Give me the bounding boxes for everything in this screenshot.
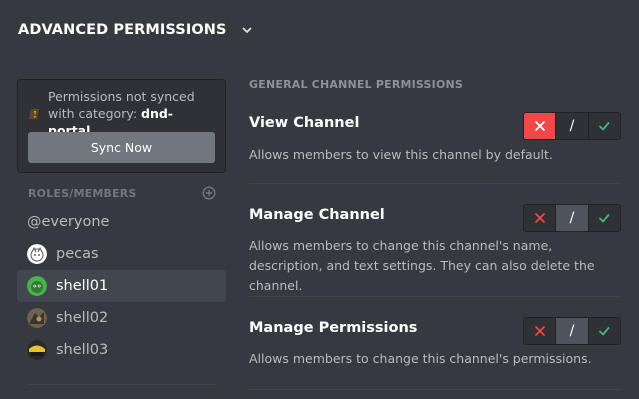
- allow-button[interactable]: [589, 318, 620, 344]
- neutral-button[interactable]: /: [555, 318, 589, 344]
- slash-icon: /: [569, 323, 575, 339]
- member-item-shell03[interactable]: shell03: [17, 334, 226, 366]
- slash-icon: /: [569, 210, 575, 226]
- permission-title: View Channel: [249, 115, 360, 131]
- add-circle-icon[interactable]: [202, 186, 216, 200]
- slash-icon: /: [569, 118, 575, 134]
- neutral-button[interactable]: /: [555, 205, 589, 231]
- member-item-pecas[interactable]: pecas: [17, 238, 226, 270]
- section-title: ADVANCED PERMISSIONS: [18, 22, 227, 38]
- deny-button[interactable]: [524, 205, 555, 231]
- neutral-button[interactable]: /: [555, 113, 589, 139]
- x-icon: [534, 213, 545, 223]
- permission-title: Manage Permissions: [249, 320, 418, 336]
- role-item-everyone[interactable]: @everyone: [17, 206, 226, 238]
- member-label: shell01: [56, 278, 109, 294]
- deny-button[interactable]: [524, 113, 556, 139]
- advanced-permissions-header[interactable]: ADVANCED PERMISSIONS: [18, 22, 253, 38]
- sync-now-button[interactable]: Sync Now: [28, 132, 215, 163]
- permission-view-channel: View Channel Allows members to view this…: [249, 96, 621, 184]
- member-label: shell02: [56, 310, 109, 326]
- check-icon: [599, 327, 610, 336]
- check-icon: [599, 214, 610, 223]
- permission-manage-channel: Manage Channel Allows members to change …: [249, 184, 621, 297]
- permission-toggle: /: [523, 112, 621, 140]
- permission-description: Allows members to view this channel by d…: [249, 147, 553, 162]
- member-item-shell02[interactable]: shell02: [17, 302, 226, 334]
- permission-description: Allows members to change this channel's …: [249, 238, 595, 293]
- avatar-shell03: [27, 340, 47, 360]
- permission-toggle: /: [523, 317, 621, 345]
- avatar-shell02: [27, 308, 47, 328]
- avatar-shell01: [27, 276, 47, 296]
- role-label: @everyone: [27, 214, 110, 230]
- chevron-down-icon[interactable]: [241, 24, 253, 36]
- roles-sidebar: Permissions not synced with category: dn…: [17, 79, 226, 366]
- sidebar-divider: [28, 384, 216, 385]
- permission-title: Manage Channel: [249, 207, 385, 223]
- permission-manage-permissions: Manage Permissions Allows members to cha…: [249, 297, 621, 390]
- permissions-panel: GENERAL CHANNEL PERMISSIONS View Channel…: [249, 72, 621, 390]
- general-channel-permissions-header: GENERAL CHANNEL PERMISSIONS: [249, 77, 464, 91]
- x-icon: [534, 121, 545, 131]
- x-icon: [534, 326, 545, 336]
- member-label: shell03: [56, 342, 109, 358]
- sync-notice: Permissions not synced with category: dn…: [17, 79, 226, 173]
- avatar-pecas: [27, 244, 47, 264]
- permission-description: Allows members to change this channel's …: [249, 351, 592, 366]
- deny-button[interactable]: [524, 318, 555, 344]
- role-list: @everyone pecas shell01 shell02 shell03: [17, 206, 226, 366]
- member-label: pecas: [56, 246, 99, 262]
- allow-button[interactable]: [589, 113, 620, 139]
- member-item-shell01[interactable]: shell01: [17, 270, 226, 302]
- check-icon: [599, 122, 610, 131]
- roles-members-header: ROLES/MEMBERS: [17, 184, 226, 202]
- permission-toggle: /: [523, 204, 621, 232]
- roles-members-label: ROLES/MEMBERS: [28, 186, 137, 200]
- allow-button[interactable]: [589, 205, 620, 231]
